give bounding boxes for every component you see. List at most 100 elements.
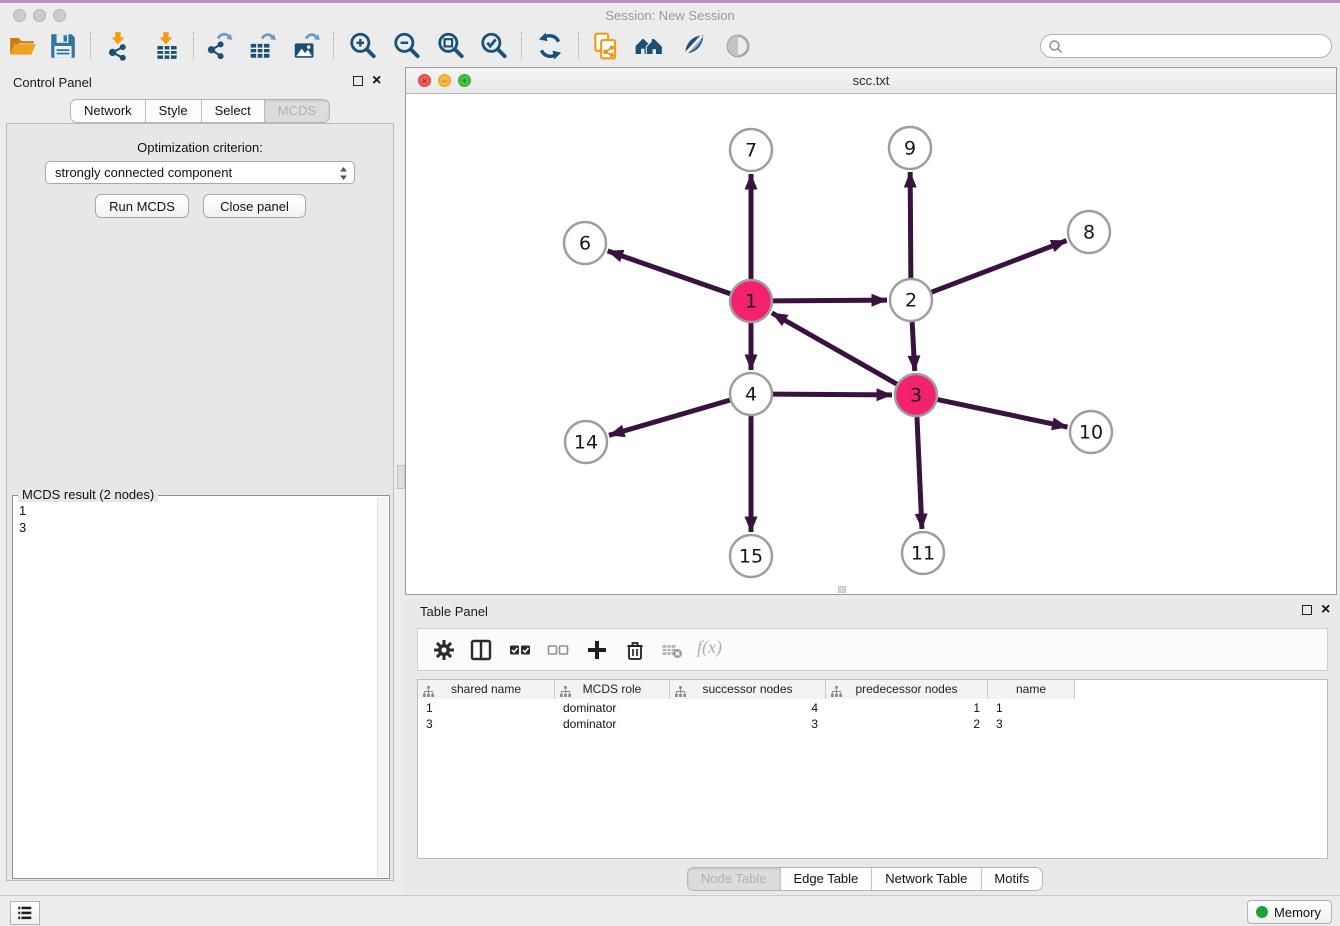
node-1[interactable]: 1 bbox=[730, 280, 772, 322]
table-cell[interactable]: 3 bbox=[418, 716, 555, 732]
copy-network-icon[interactable] bbox=[591, 31, 621, 61]
export-network-icon[interactable] bbox=[204, 31, 234, 61]
table-row[interactable]: 1dominator411 bbox=[418, 700, 1327, 716]
memory-button-label: Memory bbox=[1274, 905, 1321, 920]
canvas-splitter-handle[interactable] bbox=[838, 586, 846, 593]
home-icon[interactable] bbox=[634, 31, 664, 61]
network-window-titlebar: × − + scc.txt bbox=[406, 68, 1336, 94]
zoom-in-icon[interactable] bbox=[348, 31, 378, 61]
zoom-selected-icon[interactable] bbox=[479, 31, 509, 61]
tab-node-table[interactable]: Node Table bbox=[688, 868, 781, 890]
network-window: × − + scc.txt 7 9 6 8 1 2 4 3 14 10 15 11 bbox=[405, 67, 1337, 595]
node-10[interactable]: 10 bbox=[1070, 411, 1112, 453]
clear-table-icon[interactable] bbox=[661, 639, 683, 661]
node-6[interactable]: 6 bbox=[564, 222, 606, 264]
mcds-result-text[interactable]: 1 3 bbox=[19, 502, 26, 536]
criterion-select[interactable]: strongly connected component bbox=[45, 161, 355, 184]
node-label: 9 bbox=[904, 138, 916, 160]
export-table-icon[interactable] bbox=[247, 31, 277, 61]
node-15[interactable]: 15 bbox=[730, 535, 772, 577]
table-cell[interactable]: 1 bbox=[826, 700, 988, 716]
tab-edge-table[interactable]: Edge Table bbox=[780, 868, 872, 890]
edge-3-10[interactable] bbox=[938, 400, 1068, 427]
node-2[interactable]: 2 bbox=[890, 279, 932, 321]
delete-icon[interactable] bbox=[624, 639, 646, 661]
table-cell[interactable]: 3 bbox=[988, 716, 1075, 732]
deselect-all-icon[interactable] bbox=[547, 639, 569, 661]
node-label: 6 bbox=[579, 233, 591, 255]
node-label: 10 bbox=[1079, 422, 1103, 444]
table-settings-gear-icon[interactable] bbox=[433, 639, 455, 661]
edge-2-3[interactable] bbox=[912, 322, 915, 371]
close-table-panel-icon[interactable]: × bbox=[1321, 605, 1330, 615]
window-titlebar: Session: New Session bbox=[0, 3, 1340, 28]
tab-mcds[interactable]: MCDS bbox=[265, 100, 329, 122]
close-panel-button[interactable]: Close panel bbox=[203, 194, 306, 218]
show-columns-icon[interactable] bbox=[470, 639, 492, 661]
tab-network[interactable]: Network bbox=[71, 100, 146, 122]
table-cell[interactable]: dominator bbox=[555, 716, 670, 732]
run-mcds-button[interactable]: Run MCDS bbox=[95, 194, 189, 218]
memory-button[interactable]: Memory bbox=[1247, 900, 1332, 924]
node-4[interactable]: 4 bbox=[730, 373, 772, 415]
tab-select[interactable]: Select bbox=[202, 100, 265, 122]
select-all-icon[interactable] bbox=[509, 639, 531, 661]
edge-3-11[interactable] bbox=[917, 417, 922, 529]
table-cell[interactable]: 4 bbox=[670, 700, 826, 716]
import-table-icon[interactable] bbox=[152, 31, 182, 61]
node-3[interactable]: 3 bbox=[895, 374, 937, 416]
list-icon bbox=[15, 904, 35, 922]
node-label: 3 bbox=[910, 385, 922, 407]
network-canvas[interactable]: 7 9 6 8 1 2 4 3 14 10 15 11 bbox=[406, 94, 1336, 594]
zoom-fit-icon[interactable] bbox=[436, 31, 466, 61]
node-9[interactable]: 9 bbox=[889, 127, 931, 169]
column-header-mcds-role[interactable]: MCDS role bbox=[555, 680, 670, 699]
task-history-button[interactable] bbox=[10, 901, 40, 925]
node-11[interactable]: 11 bbox=[902, 532, 944, 574]
table-row[interactable]: 3dominator323 bbox=[418, 716, 1327, 732]
export-image-icon[interactable] bbox=[291, 31, 321, 61]
table-cell[interactable]: 3 bbox=[670, 716, 826, 732]
table-cell[interactable]: 1 bbox=[418, 700, 555, 716]
edge-2-9[interactable] bbox=[910, 172, 911, 278]
edge-4-14[interactable] bbox=[609, 400, 730, 435]
table-cell[interactable]: 1 bbox=[988, 700, 1075, 716]
mcds-result-legend: MCDS result (2 nodes) bbox=[18, 487, 158, 502]
refresh-layout-icon[interactable] bbox=[535, 31, 565, 61]
save-session-icon[interactable] bbox=[48, 31, 78, 61]
add-icon[interactable] bbox=[586, 639, 608, 661]
panel-splitter-handle[interactable] bbox=[397, 465, 405, 489]
close-panel-icon[interactable]: × bbox=[372, 76, 381, 86]
column-header-shared-name[interactable]: shared name bbox=[418, 680, 555, 699]
column-header-name[interactable]: name bbox=[988, 680, 1075, 699]
main-toolbar bbox=[0, 28, 1340, 65]
table-cell[interactable]: 2 bbox=[826, 716, 988, 732]
birds-eye-icon[interactable] bbox=[723, 31, 753, 61]
result-scrollbar[interactable] bbox=[377, 497, 388, 877]
function-builder-icon[interactable]: f(x) bbox=[697, 637, 722, 658]
column-header-successor-nodes[interactable]: successor nodes bbox=[670, 680, 826, 699]
edge-1-2[interactable] bbox=[773, 300, 887, 301]
edge-3-1[interactable] bbox=[772, 313, 897, 384]
edge-2-8[interactable] bbox=[932, 241, 1067, 293]
zoom-out-icon[interactable] bbox=[392, 31, 422, 61]
graphics-details-icon[interactable] bbox=[678, 31, 708, 61]
tab-network-table[interactable]: Network Table bbox=[872, 868, 981, 890]
open-file-icon[interactable] bbox=[8, 31, 38, 61]
tab-motifs[interactable]: Motifs bbox=[981, 868, 1042, 890]
column-header-predecessor-nodes[interactable]: predecessor nodes bbox=[826, 680, 988, 699]
node-14[interactable]: 14 bbox=[565, 421, 607, 463]
import-network-icon[interactable] bbox=[104, 31, 134, 61]
table-panel-title: Table Panel bbox=[420, 604, 488, 619]
search-input[interactable] bbox=[1067, 37, 1322, 55]
node-8[interactable]: 8 bbox=[1068, 211, 1110, 253]
toolbar-separator bbox=[193, 32, 194, 60]
float-panel-icon[interactable] bbox=[353, 76, 363, 86]
float-table-panel-icon[interactable] bbox=[1302, 605, 1312, 615]
edge-4-3[interactable] bbox=[773, 394, 892, 395]
table-cell[interactable]: dominator bbox=[555, 700, 670, 716]
node-7[interactable]: 7 bbox=[730, 129, 772, 171]
tab-style[interactable]: Style bbox=[146, 100, 202, 122]
node-label: 11 bbox=[911, 543, 935, 565]
edge-1-6[interactable] bbox=[608, 251, 731, 294]
